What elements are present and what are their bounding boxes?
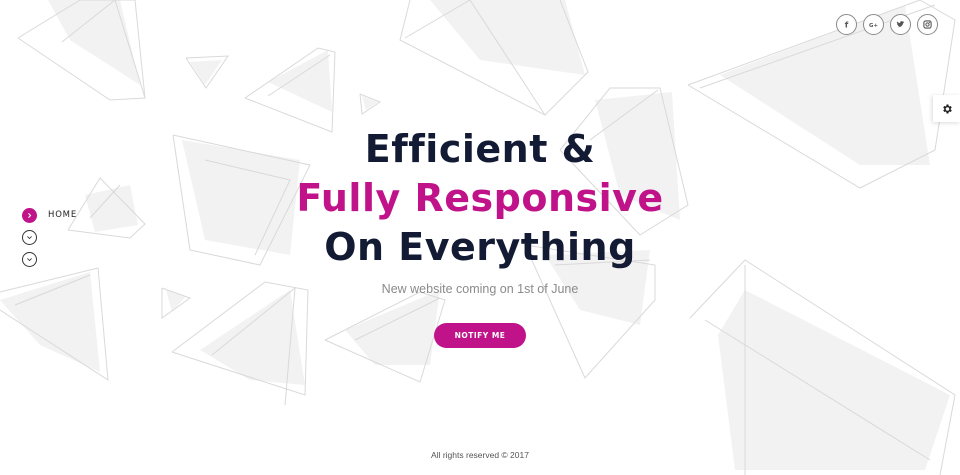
notify-me-button[interactable]: NOTIFY ME <box>434 323 526 348</box>
background-shape <box>399 0 589 116</box>
footer-copyright: All rights reserved © 2017 <box>431 450 529 460</box>
hero-line-1: Efficient & <box>364 127 596 171</box>
background-shape <box>359 93 382 115</box>
hero-line-3: On Everything <box>324 225 636 269</box>
social-links: f G+ <box>836 14 938 35</box>
background-shape <box>185 55 229 89</box>
hero-subtitle: New website coming on 1st of June <box>381 282 579 296</box>
settings-toggle-button[interactable] <box>933 95 960 122</box>
background-shape <box>171 281 309 406</box>
instagram-icon[interactable] <box>917 14 938 35</box>
hero-line-2: Fully Responsive <box>296 176 664 220</box>
gear-icon <box>942 104 952 113</box>
twitter-icon[interactable] <box>890 14 911 35</box>
facebook-icon[interactable]: f <box>836 14 857 35</box>
background-shape <box>17 0 146 101</box>
hero-heading: Efficient & Fully Responsive On Everythi… <box>0 125 960 272</box>
facebook-glyph: f <box>845 20 849 29</box>
google-plus-glyph: G+ <box>869 23 878 29</box>
background-shape <box>324 290 446 383</box>
background-shape <box>244 47 336 133</box>
google-plus-icon[interactable]: G+ <box>863 14 884 35</box>
